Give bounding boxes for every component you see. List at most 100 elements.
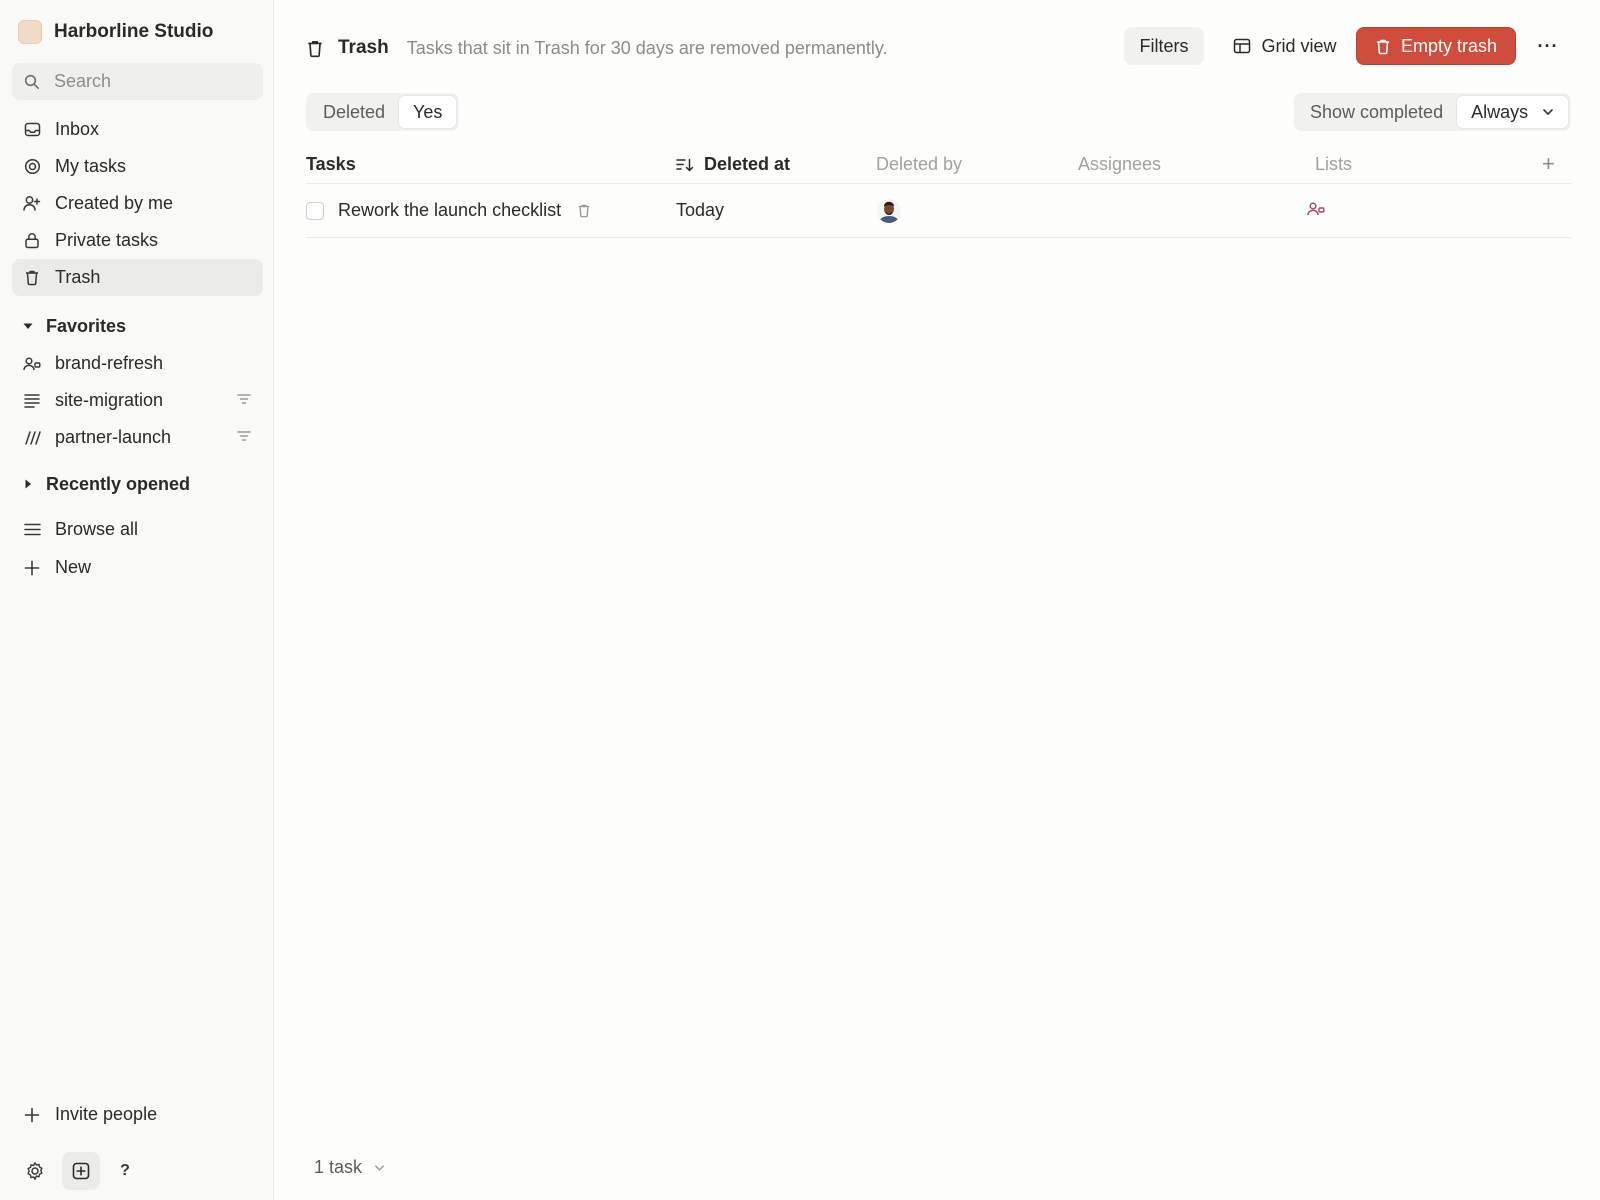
sidebar-bottom-bar: ? bbox=[22, 1152, 144, 1190]
add-column-button[interactable]: + bbox=[1542, 151, 1555, 177]
sidebar-item-label: New bbox=[55, 557, 92, 577]
column-label: Tasks bbox=[306, 154, 356, 174]
sidebar-item-label: Created by me bbox=[55, 193, 174, 213]
filter-icon bbox=[237, 393, 251, 405]
invite-people-button[interactable]: Invite people bbox=[12, 1096, 263, 1133]
table-header: Tasks Deleted at Deleted by Assignees Li… bbox=[306, 146, 1572, 184]
sidebar-item-inbox[interactable]: Inbox bbox=[12, 111, 263, 148]
page-title: Trash bbox=[338, 37, 389, 58]
chevron-down-icon bbox=[374, 1164, 385, 1172]
show-completed-label: Show completed bbox=[1310, 101, 1444, 122]
sidebar-item-created-by-me[interactable]: Created by me bbox=[12, 185, 263, 222]
deleted-by-avatar[interactable] bbox=[876, 198, 902, 224]
grid-view-label: Grid view bbox=[1261, 35, 1337, 56]
list-cell[interactable] bbox=[1307, 201, 1325, 217]
sort-descending-icon bbox=[676, 158, 694, 172]
menu-lines-icon bbox=[23, 521, 41, 539]
section-title: Favorites bbox=[46, 315, 127, 336]
lock-icon bbox=[23, 232, 41, 250]
column-label: Deleted by bbox=[876, 154, 963, 174]
page-description: Tasks that sit in Trash for 30 days are … bbox=[406, 37, 888, 58]
column-header-deleted-by[interactable]: Deleted by bbox=[876, 154, 962, 175]
filter-icon bbox=[237, 430, 251, 442]
column-header-assignees[interactable]: Assignees bbox=[1078, 154, 1161, 175]
favorite-item-partner-launch[interactable]: partner-launch bbox=[12, 419, 263, 456]
workspace-switcher[interactable]: Harborline Studio bbox=[18, 18, 213, 46]
task-title-cell[interactable]: Rework the launch checklist bbox=[338, 200, 591, 221]
column-header-lists[interactable]: Lists bbox=[1315, 154, 1352, 175]
more-options-button[interactable]: ··· bbox=[1530, 27, 1566, 65]
page-header: Trash Tasks that sit in Trash for 30 day… bbox=[306, 33, 888, 63]
team-list-icon bbox=[1307, 201, 1325, 217]
caret-down-icon bbox=[22, 320, 34, 332]
deleted-at-value: Today bbox=[676, 200, 725, 220]
filter-field-label[interactable]: Deleted bbox=[309, 96, 399, 128]
target-icon bbox=[23, 158, 41, 176]
show-completed-select[interactable]: Always bbox=[1457, 96, 1569, 128]
task-count-dropdown[interactable]: 1 task bbox=[314, 1157, 385, 1178]
recently-opened-section-toggle[interactable]: Recently opened bbox=[22, 471, 190, 497]
column-label: Lists bbox=[1315, 154, 1353, 174]
invite-label: Invite people bbox=[55, 1104, 158, 1124]
workspace-avatar bbox=[18, 20, 42, 44]
sidebar-item-label: Private tasks bbox=[55, 230, 159, 250]
grid-view-icon bbox=[1233, 38, 1251, 54]
settings-gear-icon[interactable] bbox=[16, 1152, 54, 1190]
trash-icon bbox=[306, 39, 324, 58]
favorite-item-brand-refresh[interactable]: brand-refresh bbox=[12, 345, 263, 382]
sidebar-item-label: Browse all bbox=[55, 519, 139, 539]
filter-value[interactable]: Yes bbox=[399, 96, 457, 128]
filters-label: Filters bbox=[1139, 35, 1189, 56]
user-plus-icon bbox=[23, 195, 41, 213]
deleted-at-cell: Today bbox=[676, 200, 724, 221]
favorite-item-label: brand-refresh bbox=[55, 353, 164, 373]
trash-icon bbox=[23, 269, 41, 287]
help-button[interactable]: ? bbox=[106, 1152, 144, 1190]
inbox-icon bbox=[23, 121, 41, 139]
sidebar-item-label: Inbox bbox=[55, 119, 100, 139]
grid-view-button[interactable]: Grid view bbox=[1224, 27, 1346, 65]
table-row[interactable]: Rework the launch checklist Today bbox=[306, 184, 1572, 238]
avatar-icon bbox=[877, 199, 901, 223]
column-label: Deleted at bbox=[704, 154, 791, 174]
task-checkbox[interactable] bbox=[306, 202, 324, 220]
show-completed-value: Always bbox=[1471, 101, 1529, 122]
plus-icon bbox=[23, 1106, 41, 1124]
sidebar-item-browse-all[interactable]: Browse all bbox=[12, 511, 263, 548]
trash-icon bbox=[1375, 38, 1391, 55]
search-icon bbox=[24, 74, 40, 90]
tasks-table: Tasks Deleted at Deleted by Assignees Li… bbox=[306, 146, 1572, 238]
sidebar-item-trash[interactable]: Trash bbox=[12, 259, 263, 296]
favorite-item-label: site-migration bbox=[55, 390, 164, 410]
sidebar-item-label: Trash bbox=[55, 267, 101, 287]
favorite-item-label: partner-launch bbox=[55, 427, 172, 447]
plus-icon bbox=[23, 559, 41, 577]
team-list-icon bbox=[23, 355, 41, 373]
favorites-section-toggle[interactable]: Favorites bbox=[22, 313, 126, 339]
add-square-icon[interactable] bbox=[62, 1152, 100, 1190]
checkbox-box bbox=[306, 202, 324, 220]
workspace-name: Harborline Studio bbox=[54, 21, 214, 42]
search-input[interactable] bbox=[54, 71, 244, 92]
empty-trash-button[interactable]: Empty trash bbox=[1356, 27, 1516, 65]
task-count: 1 task bbox=[314, 1157, 363, 1177]
trash-icon bbox=[577, 203, 591, 218]
empty-trash-label: Empty trash bbox=[1400, 35, 1498, 56]
sidebar-item-my-tasks[interactable]: My tasks bbox=[12, 148, 263, 185]
favorite-item-site-migration[interactable]: site-migration bbox=[12, 382, 263, 419]
show-completed-control: Show completed Always bbox=[1294, 93, 1572, 131]
column-label: Assignees bbox=[1078, 154, 1162, 174]
lines-list-icon bbox=[23, 392, 41, 410]
section-title: Recently opened bbox=[46, 473, 191, 494]
sidebar-item-private-tasks[interactable]: Private tasks bbox=[12, 222, 263, 259]
filters-button[interactable]: Filters bbox=[1124, 27, 1204, 65]
sidebar: Harborline Studio Inbox My tasks Created… bbox=[0, 0, 274, 1200]
chevron-down-icon bbox=[1542, 108, 1554, 116]
column-header-tasks[interactable]: Tasks bbox=[306, 154, 356, 175]
column-header-deleted-at[interactable]: Deleted at bbox=[676, 154, 790, 175]
sidebar-item-label: My tasks bbox=[55, 156, 127, 176]
search-box[interactable] bbox=[12, 63, 263, 100]
deleted-filter-chip[interactable]: Deleted Yes bbox=[306, 93, 460, 131]
slashes-list-icon bbox=[23, 429, 41, 447]
sidebar-item-new[interactable]: New bbox=[12, 549, 263, 586]
